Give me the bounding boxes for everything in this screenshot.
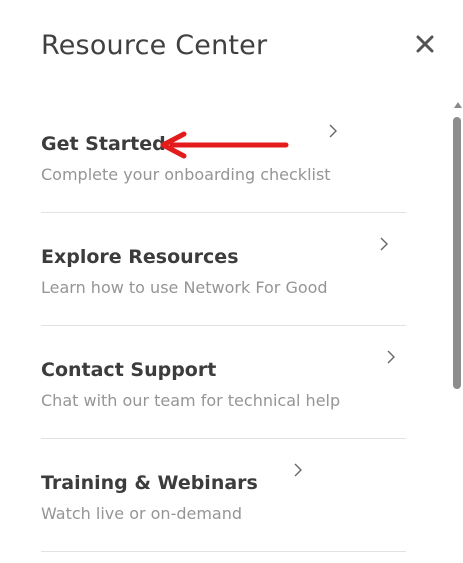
chevron-right-icon: [387, 350, 395, 364]
resource-list: Get Started Complete your onboarding che…: [41, 100, 406, 552]
chevron-right-icon: [380, 237, 388, 251]
list-item-explore-resources[interactable]: Explore Resources Learn how to use Netwo…: [41, 213, 406, 326]
list-item-contact-support[interactable]: Contact Support Chat with our team for t…: [41, 326, 406, 439]
item-subtitle: Learn how to use Network For Good: [41, 278, 328, 297]
close-button[interactable]: [414, 33, 436, 55]
chevron-right-icon: [329, 124, 337, 138]
item-subtitle: Watch live or on-demand: [41, 504, 243, 523]
chevron-right-icon: [294, 463, 302, 477]
resource-center-panel: Resource Center Get Started Complete you…: [0, 0, 463, 563]
item-title: Contact Support: [41, 359, 217, 381]
item-title: Get Started: [41, 133, 166, 155]
scrollbar-thumb[interactable]: [453, 117, 461, 389]
item-title: Explore Resources: [41, 246, 239, 268]
list-item-training-webinars[interactable]: Training & Webinars Watch live or on-dem…: [41, 439, 406, 552]
panel-title: Resource Center: [41, 30, 268, 61]
item-title: Training & Webinars: [41, 472, 258, 494]
vertical-scrollbar[interactable]: [452, 100, 463, 563]
item-subtitle: Chat with our team for technical help: [41, 391, 341, 410]
scroll-up-arrow-icon[interactable]: [454, 102, 462, 108]
item-subtitle: Complete your onboarding checklist: [41, 165, 331, 184]
close-icon: [416, 35, 434, 53]
red-arrow-icon: [160, 131, 289, 159]
